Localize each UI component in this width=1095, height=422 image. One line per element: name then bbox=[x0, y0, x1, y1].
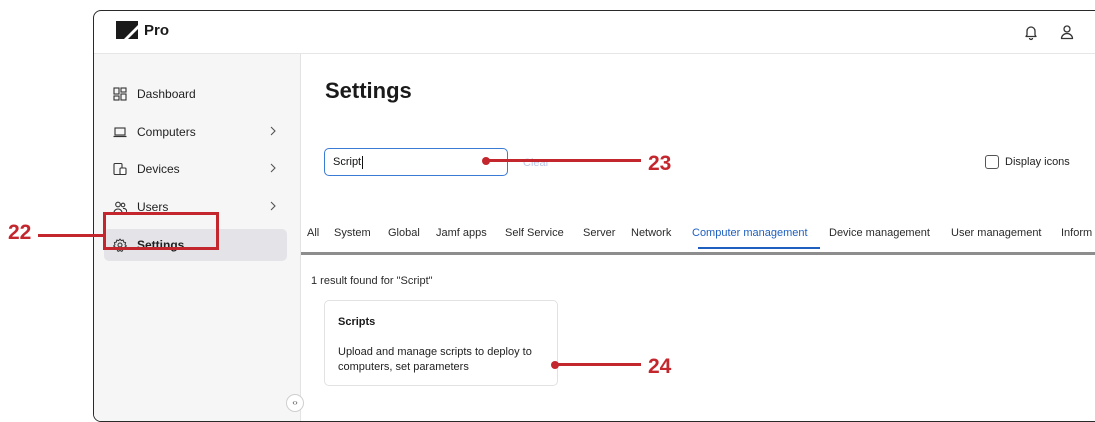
settings-tabs: All System Global Jamf apps Self Service… bbox=[301, 212, 1095, 255]
tab-system[interactable]: System bbox=[334, 227, 371, 239]
chevron-right-icon bbox=[270, 163, 276, 173]
sidebar-item-computers[interactable]: Computers bbox=[104, 117, 287, 147]
text-caret bbox=[362, 155, 364, 169]
tab-user-management[interactable]: User management bbox=[951, 227, 1042, 239]
callout-22-line bbox=[38, 234, 104, 237]
tab-device-management[interactable]: Device management bbox=[829, 227, 930, 239]
chevron-right-icon bbox=[270, 126, 276, 136]
tab-network[interactable]: Network bbox=[631, 227, 671, 239]
top-bar: Pro bbox=[94, 11, 1095, 54]
sidebar-item-devices[interactable]: Devices bbox=[104, 154, 287, 184]
tab-self-service[interactable]: Self Service bbox=[505, 227, 564, 239]
search-input-value: Script bbox=[333, 156, 362, 168]
page-title: Settings bbox=[325, 78, 412, 103]
tab-inform[interactable]: Inform bbox=[1061, 227, 1092, 239]
sidebar-item-label: Devices bbox=[137, 162, 180, 176]
result-count: 1 result found for "Script" bbox=[311, 275, 433, 287]
result-card-title: Scripts bbox=[338, 316, 376, 328]
tab-global[interactable]: Global bbox=[388, 227, 420, 239]
sidebar-item-label: Computers bbox=[137, 125, 196, 139]
result-card-scripts[interactable]: Scripts Upload and manage scripts to dep… bbox=[324, 300, 558, 386]
tab-server[interactable]: Server bbox=[583, 227, 615, 239]
callout-23-number: 23 bbox=[648, 152, 672, 175]
main-content: Settings Script Clear Display icons All … bbox=[301, 54, 1095, 421]
dashboard-icon bbox=[113, 87, 127, 101]
tab-all[interactable]: All bbox=[307, 227, 319, 239]
laptop-icon bbox=[113, 127, 127, 138]
search-input[interactable]: Script bbox=[324, 148, 508, 176]
result-card-description: Upload and manage scripts to deploy to c… bbox=[338, 346, 532, 373]
tab-jamf-apps[interactable]: Jamf apps bbox=[436, 227, 487, 239]
sidebar-item-label: Dashboard bbox=[137, 87, 196, 101]
callout-23-line bbox=[486, 159, 641, 162]
bell-icon[interactable] bbox=[1022, 23, 1040, 41]
logo[interactable]: Pro bbox=[116, 21, 169, 39]
logo-mark-icon bbox=[116, 21, 138, 39]
callout-24-line bbox=[555, 363, 641, 366]
tab-computer-management[interactable]: Computer management bbox=[692, 227, 808, 239]
callout-22-highlight bbox=[103, 212, 219, 250]
display-icons-label: Display icons bbox=[1005, 156, 1070, 168]
sidebar-item-dashboard[interactable]: Dashboard bbox=[104, 79, 287, 109]
brand-name: Pro bbox=[144, 21, 170, 39]
callout-24-number: 24 bbox=[648, 355, 672, 378]
active-tab-indicator bbox=[698, 247, 820, 249]
user-icon[interactable] bbox=[1058, 23, 1076, 41]
callout-22-number: 22 bbox=[8, 221, 32, 244]
devices-icon bbox=[113, 162, 127, 176]
display-icons-toggle[interactable]: Display icons bbox=[985, 155, 1070, 169]
app-window: Pro Dashboard Computers Devices Users Se… bbox=[93, 10, 1095, 422]
display-icons-checkbox[interactable] bbox=[985, 155, 999, 169]
chevron-right-icon bbox=[270, 201, 276, 211]
